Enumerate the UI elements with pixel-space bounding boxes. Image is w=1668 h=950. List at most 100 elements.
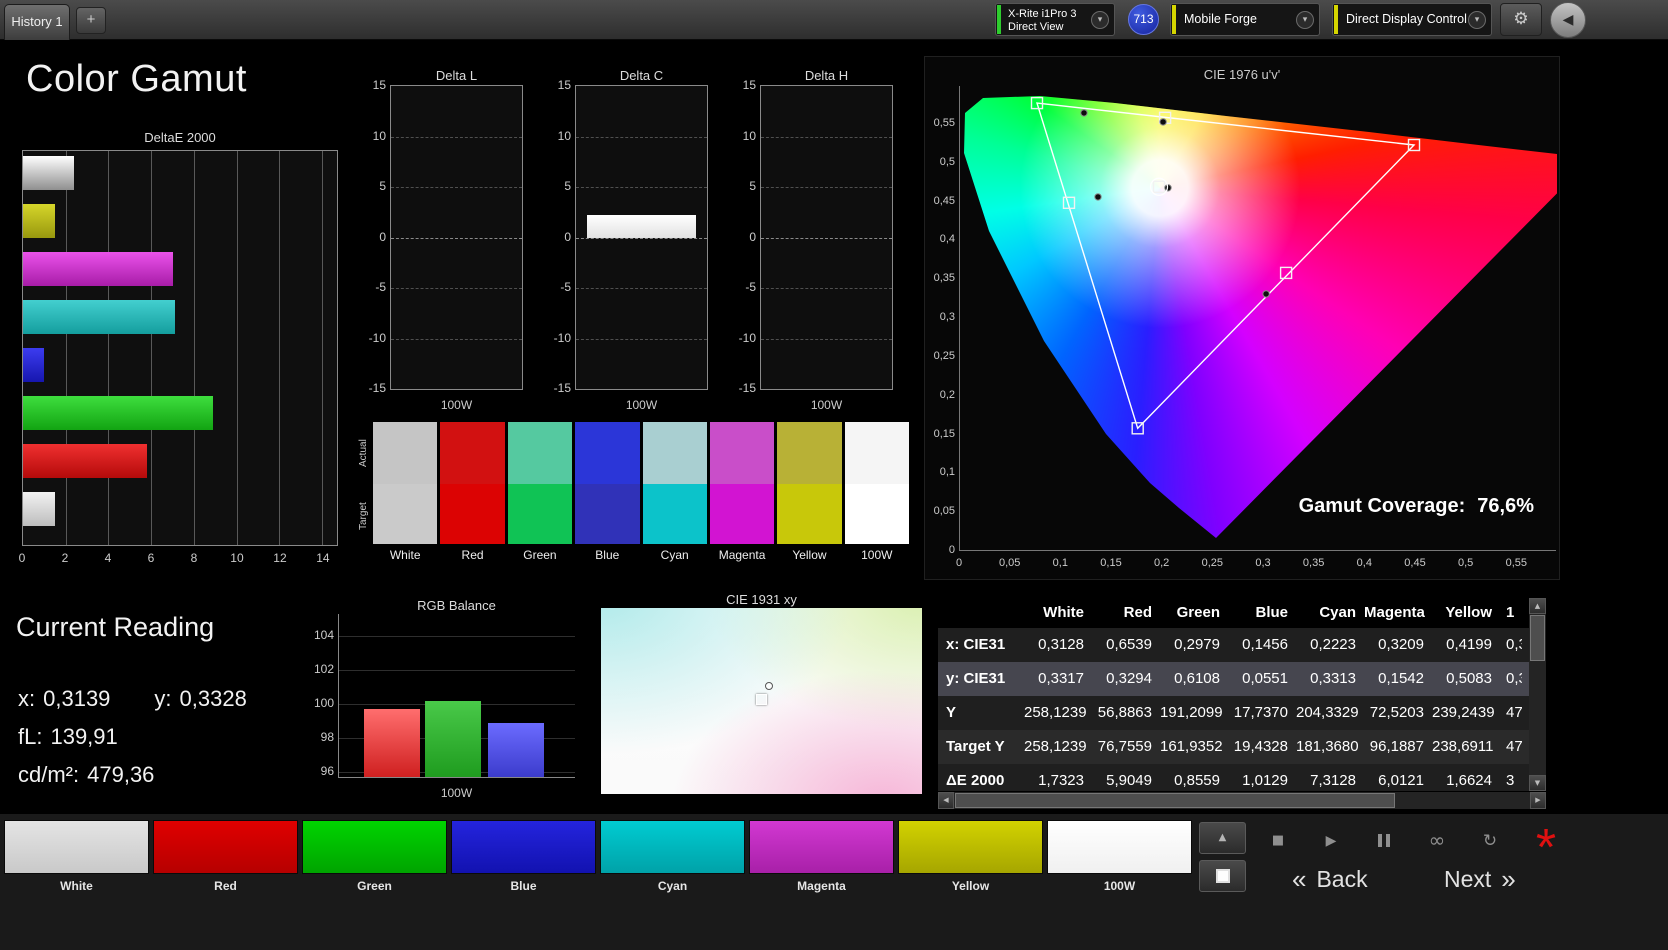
table-row-x-cie31[interactable]: x: CIE31 0,3128 0,6539 0,2979 0,1456 0,2223 0,… [938, 628, 1529, 662]
source-dropdown[interactable]: Mobile Forge ▾ [1170, 3, 1320, 36]
rgb-bar-blue [488, 722, 544, 777]
table-vertical-scrollbar[interactable]: ▲ ▼ [1529, 598, 1546, 791]
settings-button[interactable]: ⚙ [1500, 3, 1542, 36]
back-button[interactable]: « Back [1282, 864, 1368, 896]
y-axis-tick-label: 0,5 [939, 155, 955, 168]
rgb-balance-chart [338, 614, 575, 778]
scroll-up-button[interactable]: ▲ [1529, 598, 1546, 614]
swatch-label: Red [461, 548, 484, 562]
patch-button-red[interactable]: Red [153, 820, 298, 900]
row-label: x: CIE31 [946, 636, 1006, 653]
scroll-right-button[interactable]: ▶ [1530, 792, 1546, 809]
gear-icon: ⚙ [1513, 9, 1529, 29]
table-row-y[interactable]: Y 258,1239 56,8863 191,2099 17,7370 204,3329 7… [938, 696, 1529, 730]
reading-x-label: x: [18, 686, 36, 711]
rgb-bar-red [364, 709, 420, 777]
measured-point-marker [1159, 118, 1167, 126]
refresh-button[interactable]: ↻ [1468, 828, 1512, 854]
table-horizontal-scrollbar[interactable]: ◀ ▶ [938, 792, 1546, 809]
pause-button[interactable] [1362, 828, 1406, 854]
continuous-read-button[interactable]: ∞ [1415, 828, 1459, 854]
table-row--e-2000[interactable]: ΔE 2000 1,7323 5,9049 0,8559 1,0129 7,3128 6,0… [938, 764, 1529, 791]
delta-chart-delta-l: Delta L 15 10 5 0 -5 -10 -15 100W [369, 68, 523, 416]
chart-plot-area [575, 85, 708, 390]
display-control-dropdown[interactable]: Direct Display Control ▾ [1332, 3, 1492, 36]
compare-column-white: White [373, 422, 438, 562]
x-axis-tick-label: 0,2 [1154, 557, 1170, 569]
next-button[interactable]: Next » [1444, 864, 1526, 896]
target-swatch [709, 484, 775, 544]
patch-button-white[interactable]: White [4, 820, 149, 900]
deltae-bar-row [23, 396, 337, 444]
pattern-window-button[interactable] [1199, 860, 1246, 892]
scroll-left-button[interactable]: ◀ [938, 792, 954, 809]
row-label: y: CIE31 [946, 670, 1006, 687]
patch-button-magenta[interactable]: Magenta [749, 820, 894, 900]
y-axis-tick-label: 0,05 [933, 505, 955, 518]
chevron-down-icon[interactable]: ▾ [1468, 11, 1486, 29]
horizontal-scrollbar-thumb[interactable] [955, 793, 1395, 808]
y-axis-tick-label: 104 [313, 628, 334, 642]
chevron-down-icon[interactable]: ▾ [1091, 11, 1109, 29]
deltae-bar-row [23, 252, 337, 300]
compare-column-cyan: Cyan [642, 422, 707, 562]
patch-button-green[interactable]: Green [302, 820, 447, 900]
column-header-partial: 1 [1506, 604, 1515, 621]
table-row-target-y[interactable]: Target Y 258,1239 76,7559 161,9352 19,4328 18… [938, 730, 1529, 764]
scroll-right-icon: ▶ [1535, 796, 1541, 804]
add-tab-button[interactable]: + [76, 7, 106, 34]
reading-fl-value: 139,91 [50, 724, 118, 749]
collapse-topbar-button[interactable]: ◀ [1550, 2, 1586, 38]
compare-column-red: Red [440, 422, 505, 562]
x-axis-label: 100W [625, 398, 658, 412]
y-axis-tick-label: 0 [564, 229, 571, 244]
y-axis-tick-label: -5 [560, 280, 571, 294]
gridline [761, 338, 892, 340]
x-axis-tick-label: 10 [230, 551, 244, 565]
meter-mode-label: Direct View [1008, 21, 1064, 33]
vertical-scrollbar-thumb[interactable] [1530, 615, 1545, 661]
table-cell: 0,8559 [1174, 772, 1220, 789]
deltae-bar-row [23, 204, 337, 252]
measurement-table-panel: White Red Green Blue Cyan Magenta Yellow 1 x: CI… [938, 598, 1546, 810]
patch-button-blue[interactable]: Blue [451, 820, 596, 900]
patch-label: 100W [1103, 879, 1136, 893]
target-swatch [844, 484, 909, 544]
table-cell-partial: 0,3 [1506, 636, 1522, 653]
y-axis-tick-label: 0,2 [939, 388, 955, 401]
chevron-down-icon[interactable]: ▾ [1296, 11, 1314, 29]
y-axis-tick-label: 100 [313, 696, 334, 710]
collapse-panel-button[interactable]: ▲ [1199, 822, 1246, 854]
back-circle-icon: ◀ [1562, 12, 1574, 28]
stop-button[interactable]: ■ [1256, 828, 1300, 854]
patch-label: Cyan [657, 879, 688, 893]
delta-chart-delta-c: Delta C 15 10 5 0 -5 -10 -15 100W [554, 68, 708, 416]
x-axis-tick-label: 0,3 [1255, 557, 1271, 569]
gridline [576, 237, 707, 239]
y-axis-tick-label: 0,45 [933, 194, 955, 207]
y-axis-tick-label: 102 [313, 662, 334, 676]
patch-swatch [1047, 820, 1192, 874]
meter-dropdown[interactable]: X-Rite i1Pro 3 Direct View ▾ [995, 3, 1115, 36]
play-button[interactable]: ▶ [1309, 828, 1353, 854]
tab-history-1[interactable]: History 1 [4, 4, 70, 40]
table-cell: 0,5083 [1446, 670, 1492, 687]
patch-button-cyan[interactable]: Cyan [600, 820, 745, 900]
column-header: White [1043, 604, 1084, 621]
patch-button-yellow[interactable]: Yellow [898, 820, 1043, 900]
table-cell: 0,2979 [1174, 636, 1220, 653]
table-row-y-cie31[interactable]: y: CIE31 0,3317 0,3294 0,6108 0,0551 0,3313 0,… [938, 662, 1529, 696]
table-cell: 96,1887 [1369, 738, 1424, 755]
patch-button-100w[interactable]: 100W [1047, 820, 1192, 900]
scroll-down-button[interactable]: ▼ [1529, 775, 1546, 791]
patch-label: Blue [510, 879, 537, 893]
y-axis-tick-label: 15 [372, 78, 386, 92]
compare-column-blue: Blue [575, 422, 640, 562]
chart-title: Delta H [804, 68, 849, 83]
x-axis-label: 100W [440, 398, 473, 412]
table-cell: 76,7559 [1097, 738, 1152, 755]
chart-title: Delta L [435, 68, 478, 83]
patch-swatch [749, 820, 894, 874]
target-swatch [373, 484, 438, 544]
x-axis-tick-label: 4 [104, 551, 112, 565]
